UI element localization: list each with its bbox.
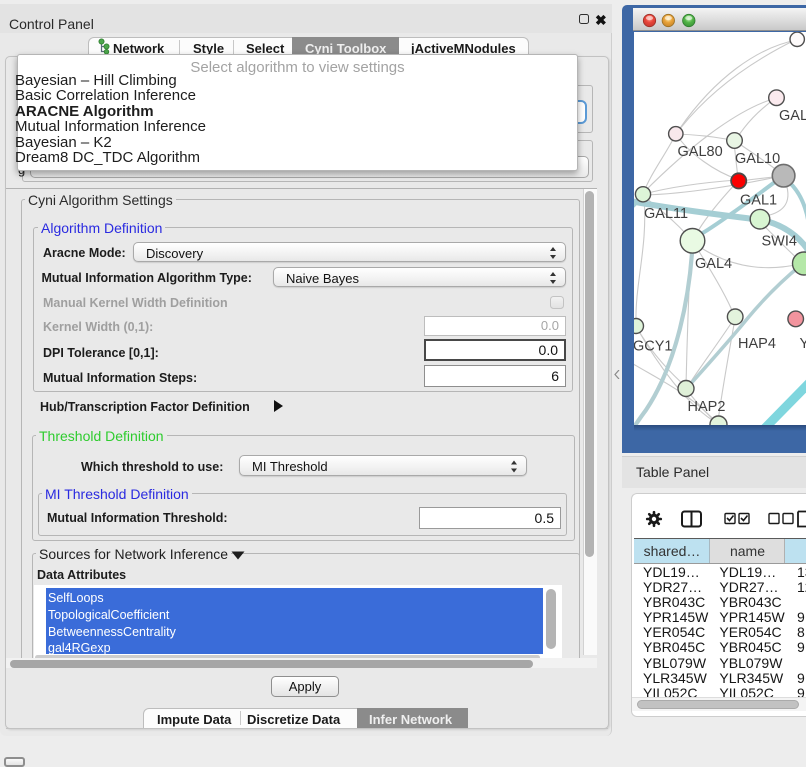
svg-text:GAL4: GAL4 (695, 256, 732, 272)
svg-text:GAL10: GAL10 (735, 151, 780, 167)
svg-text:Y: Y (800, 336, 806, 352)
svg-text:GAL11: GAL11 (644, 206, 688, 222)
svg-text:SWI4: SWI4 (762, 234, 797, 250)
svg-text:GAL7: GAL7 (779, 108, 806, 124)
svg-text:GCY1: GCY1 (634, 339, 673, 355)
svg-text:HAP2: HAP2 (688, 399, 726, 415)
svg-text:GAL1: GAL1 (740, 193, 777, 209)
svg-text:GAL80: GAL80 (678, 144, 723, 160)
svg-text:HAP4: HAP4 (738, 336, 776, 352)
